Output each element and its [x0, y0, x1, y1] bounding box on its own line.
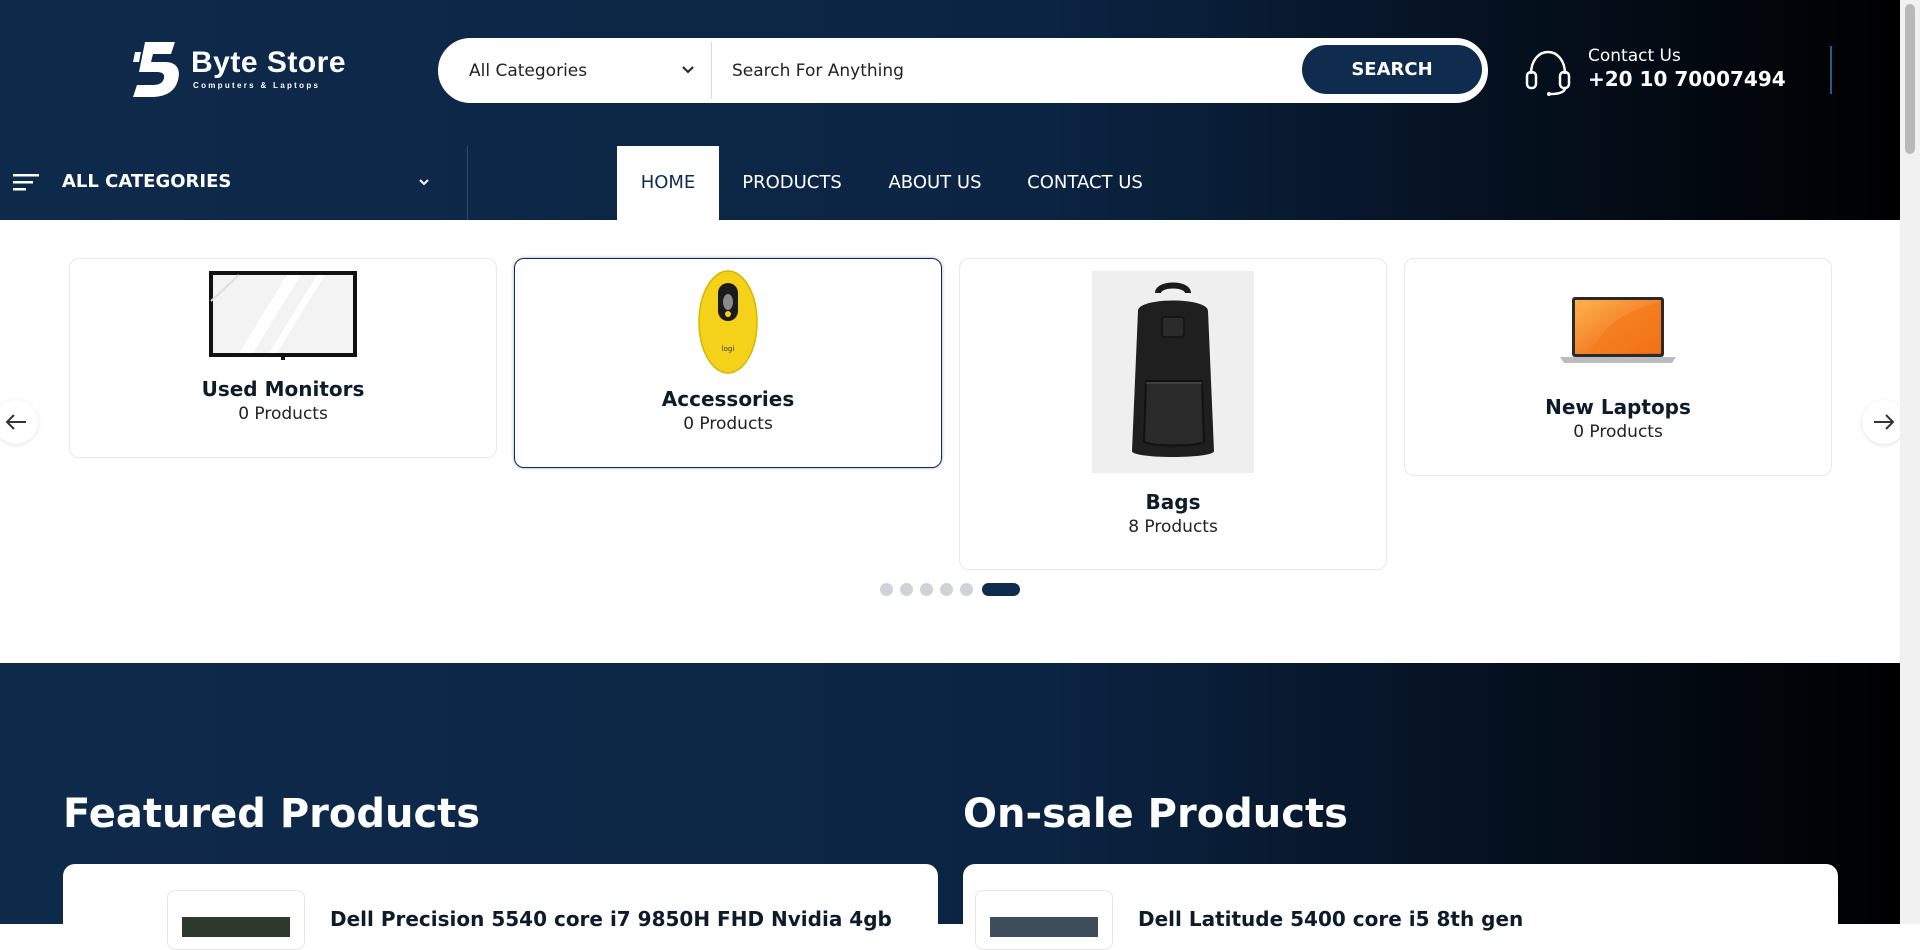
pagination-dot[interactable] — [880, 583, 893, 596]
category-count: 0 Products — [1573, 422, 1663, 442]
category-title: New Laptops — [1545, 395, 1691, 419]
product-name[interactable]: Dell Precision 5540 core i7 9850H FHD Nv… — [330, 907, 892, 931]
nav-about-us[interactable]: ABOUT US — [879, 146, 991, 220]
category-select-value: All Categories — [469, 61, 588, 81]
category-card-accessories[interactable]: logi Accessories 0 Products — [514, 258, 942, 468]
contact-label: Contact Us — [1588, 46, 1681, 66]
category-card-bags[interactable]: Bags 8 Products — [959, 258, 1387, 570]
featured-products-title: Featured Products — [63, 791, 481, 837]
pagination-dot[interactable] — [940, 583, 953, 596]
scrollbar-thumb[interactable] — [1905, 4, 1915, 154]
mouse-image: logi — [698, 270, 758, 374]
nav-home[interactable]: HOME — [617, 146, 719, 220]
all-categories-dropdown[interactable]: ALL CATEGORIES — [0, 146, 468, 220]
onsale-products-title: On-sale Products — [963, 791, 1348, 837]
product-thumbnail[interactable] — [167, 890, 305, 950]
search-button[interactable]: SEARCH — [1302, 45, 1482, 94]
category-count: 8 Products — [1128, 517, 1218, 537]
logo-tagline: Computers & Laptops — [193, 81, 321, 90]
header-divider — [1830, 46, 1832, 94]
product-thumbnail[interactable] — [975, 890, 1113, 950]
all-categories-label: ALL CATEGORIES — [62, 171, 232, 192]
category-title: Used Monitors — [201, 377, 365, 401]
main-nav: ALL CATEGORIES HOME PRODUCTS ABOUT US CO… — [0, 146, 1900, 220]
pagination-dot[interactable] — [900, 583, 913, 596]
pagination-dot[interactable] — [960, 583, 973, 596]
chevron-down-icon — [419, 179, 429, 186]
search-bar: All Categories SEARCH — [438, 38, 1488, 103]
logo-name: Byte Store — [191, 46, 347, 79]
product-name[interactable]: Dell Latitude 5400 core i5 8th gen — [1138, 907, 1523, 931]
monitor-image — [209, 271, 357, 360]
logo[interactable]: Byte Store Computers & Laptops — [131, 40, 351, 100]
laptop-screen-image — [990, 917, 1098, 937]
carousel-prev-button[interactable] — [0, 400, 38, 444]
arrow-right-icon — [1874, 414, 1895, 430]
category-title: Accessories — [661, 387, 795, 411]
menu-lines-icon — [13, 174, 39, 191]
search-input[interactable] — [730, 52, 1290, 89]
onsale-products-list: Dell Latitude 5400 core i5 8th gen — [963, 864, 1838, 950]
category-carousel: Used Monitors 0 Products logi Accessorie… — [0, 220, 1906, 663]
carousel-pagination — [880, 581, 1020, 596]
category-card-used-monitors[interactable]: Used Monitors 0 Products — [69, 258, 497, 458]
category-count: 0 Products — [238, 404, 328, 424]
featured-products-list: Dell Precision 5540 core i7 9850H FHD Nv… — [63, 864, 938, 950]
contact-phone[interactable]: +20 10 70007494 — [1588, 67, 1786, 91]
backpack-image — [1092, 271, 1254, 473]
laptop-image — [1560, 297, 1676, 363]
page-scrollbar[interactable] — [1900, 0, 1920, 924]
nav-products[interactable]: PRODUCTS — [730, 146, 854, 220]
headset-icon — [1525, 50, 1571, 96]
nav-contact-us[interactable]: CONTACT US — [1021, 146, 1149, 220]
category-select[interactable]: All Categories — [442, 42, 712, 99]
site-header: Byte Store Computers & Laptops All Categ… — [0, 0, 1900, 220]
category-title: Bags — [1145, 490, 1201, 514]
logo-mark-icon — [133, 42, 179, 97]
pagination-dot-active[interactable] — [982, 583, 1020, 596]
contact-info: Contact Us +20 10 70007494 — [1525, 44, 1825, 104]
category-card-new-laptops[interactable]: New Laptops 0 Products — [1404, 258, 1832, 476]
products-section: Featured Products On-sale Products Dell … — [0, 663, 1900, 950]
laptop-screen-image — [182, 917, 290, 937]
arrow-left-icon — [5, 414, 26, 430]
pagination-dot[interactable] — [920, 583, 933, 596]
chevron-down-icon — [682, 66, 694, 74]
category-count: 0 Products — [683, 414, 773, 434]
svg-text:logi: logi — [722, 345, 735, 353]
